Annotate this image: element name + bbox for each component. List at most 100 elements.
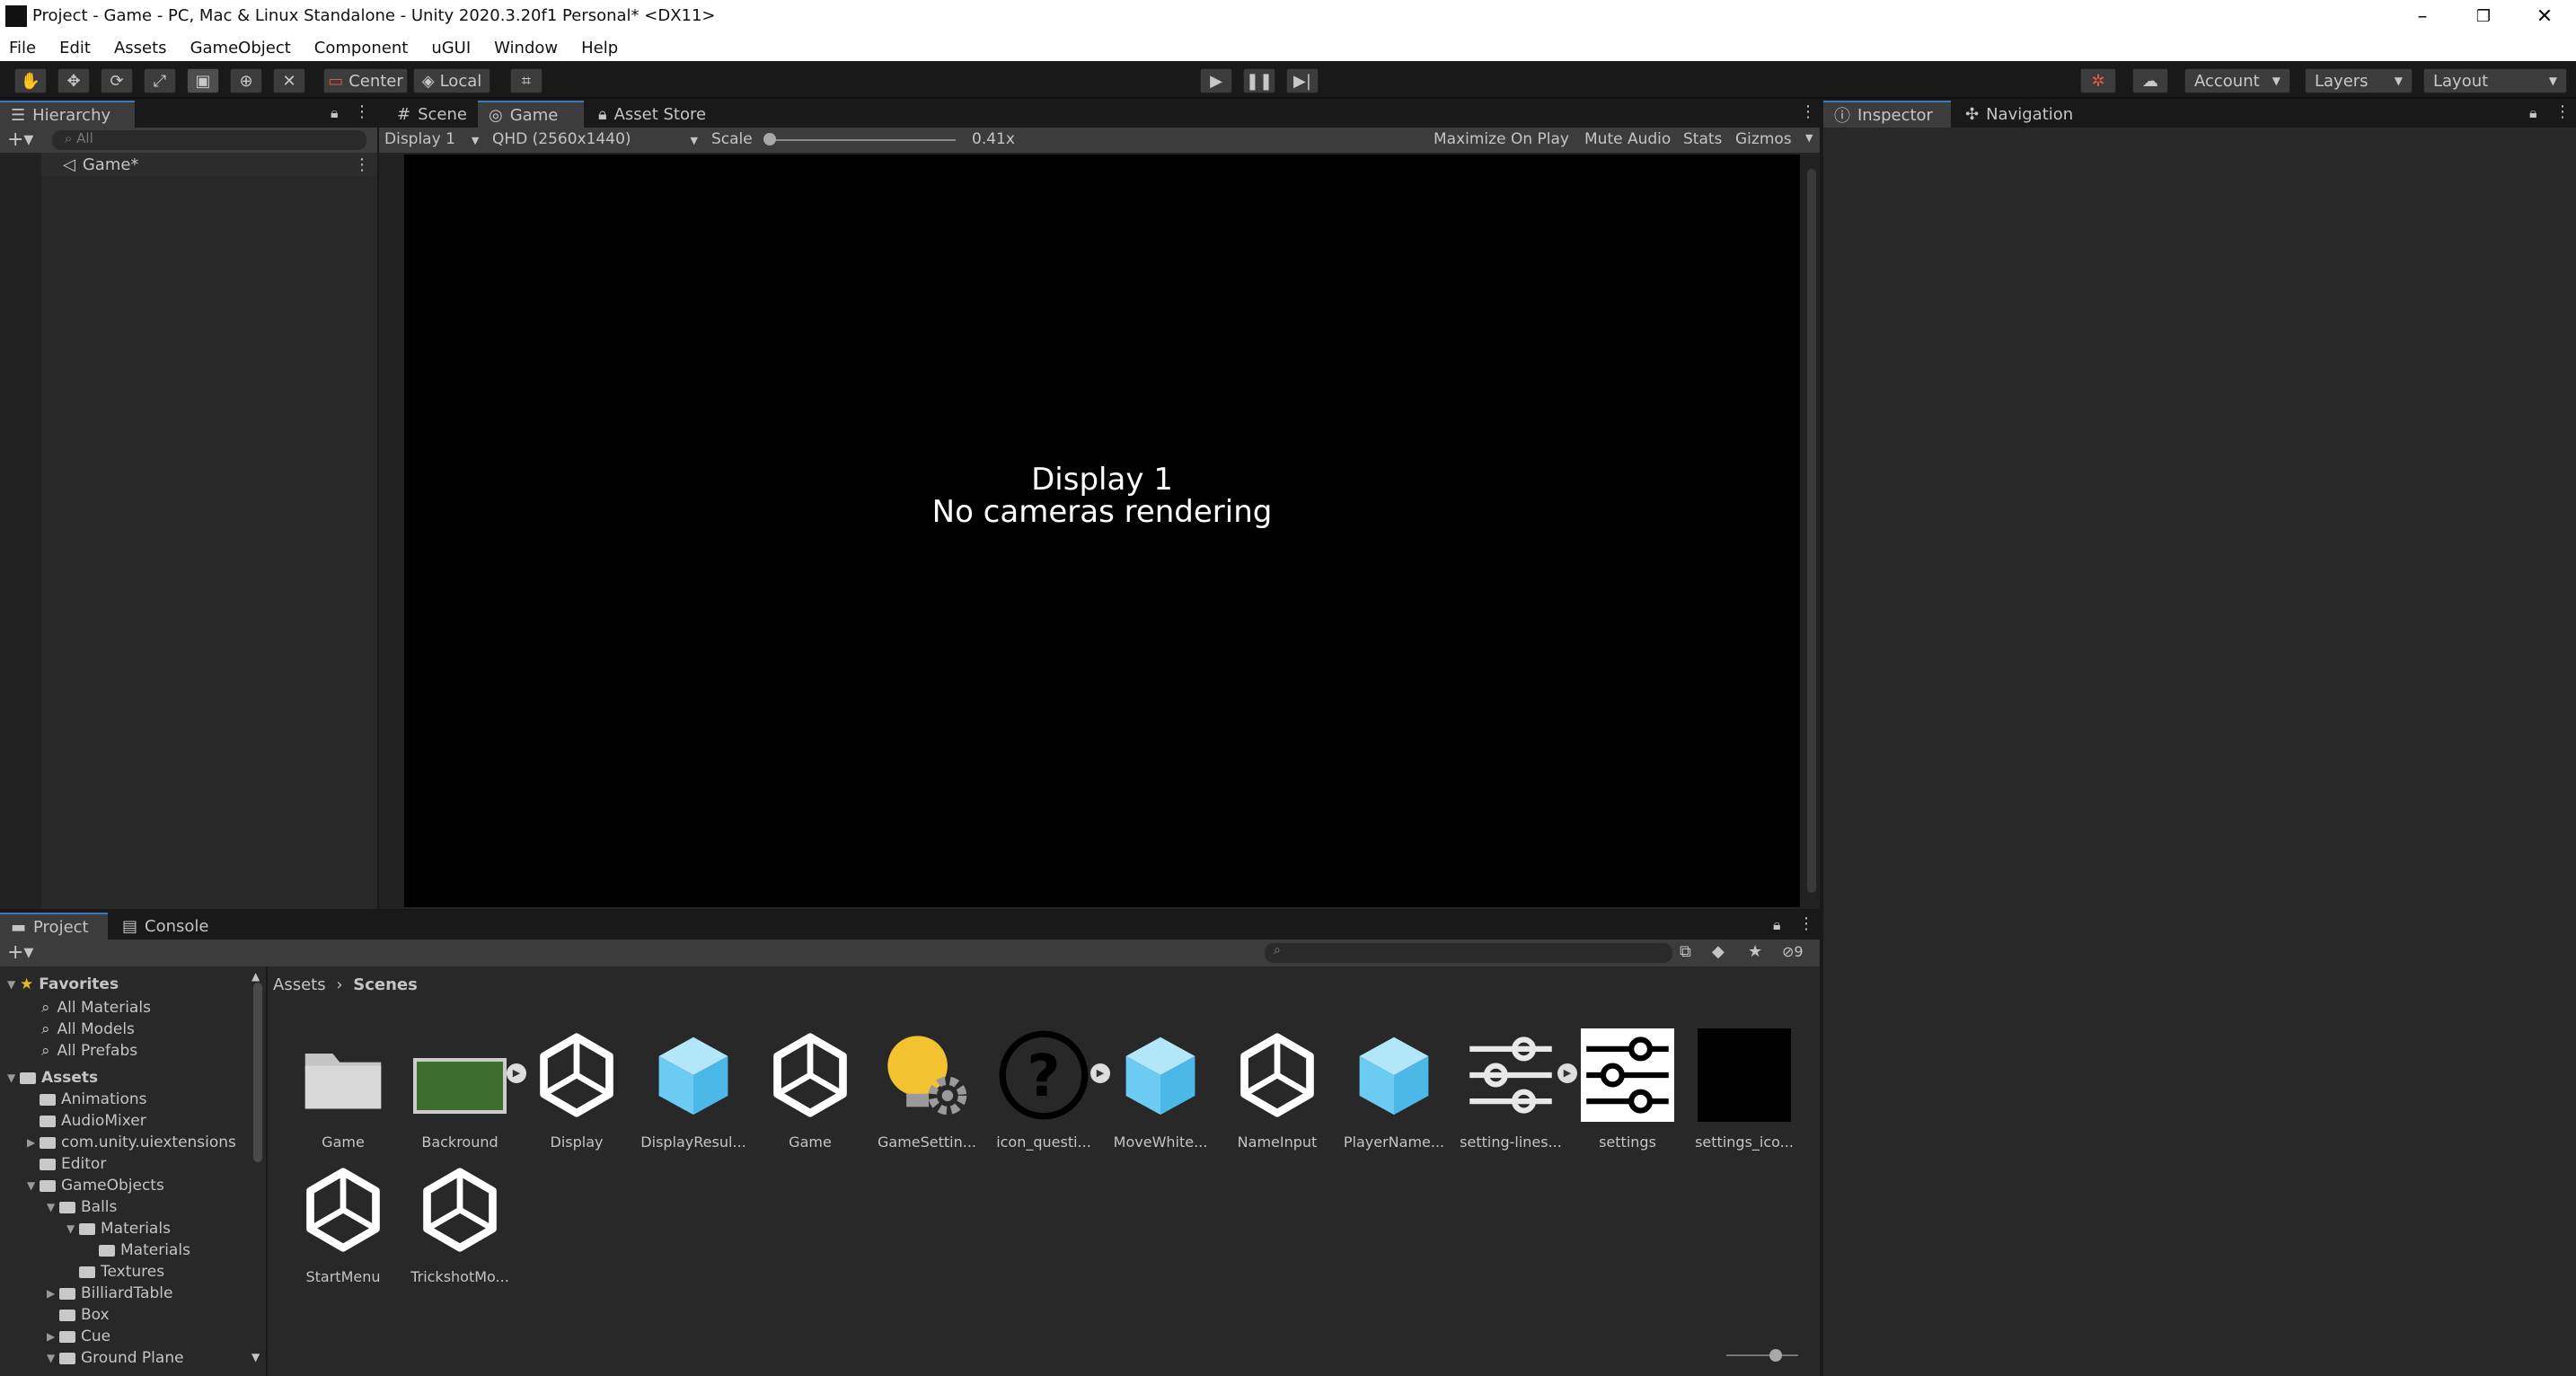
tab-console[interactable]: ▤ Console [111, 913, 219, 939]
grid-snap-icon[interactable]: ⌗ [510, 68, 543, 93]
chevron-right-icon[interactable]: ▶ [27, 1136, 40, 1149]
asset-item[interactable]: DisplayResul... [640, 1026, 747, 1160]
panel-menu-icon[interactable]: ⋮ [2554, 102, 2571, 121]
play-button[interactable]: ▶ [1200, 68, 1232, 93]
create-icon[interactable]: +▾ [7, 941, 33, 964]
menu-file[interactable]: File [9, 39, 36, 57]
add-icon[interactable]: +▾ [7, 128, 33, 151]
close-icon[interactable]: ✕ [2531, 4, 2558, 31]
custom-tool-icon[interactable]: ✕ [273, 68, 305, 93]
menu-gameobject[interactable]: GameObject [190, 39, 291, 57]
chevron-down-icon[interactable]: ▼ [66, 1222, 79, 1235]
scroll-up-icon[interactable]: ▲ [251, 970, 260, 983]
rect-tool-icon[interactable]: ▣ [187, 68, 219, 93]
asset-item[interactable]: ? ▶ icon_questi... [990, 1026, 1110, 1160]
tab-navigation[interactable]: ✣ Navigation [1954, 101, 2107, 128]
account-dropdown[interactable]: Account ▼ [2184, 68, 2290, 93]
asset-item[interactable]: ▶ Backround [406, 1026, 526, 1160]
chevron-right-icon[interactable]: ▶ [47, 1330, 59, 1343]
asset-item[interactable]: ▶ setting-lines... [1457, 1026, 1577, 1160]
mute-audio-toggle[interactable]: Mute Audio [1584, 130, 1671, 148]
panel-menu-icon[interactable]: ⋮ [1798, 914, 1814, 933]
more-icon[interactable]: ⋮ [354, 155, 370, 174]
tab-game[interactable]: ◎ Game [478, 101, 584, 128]
tree-item[interactable]: Animations [27, 1089, 147, 1110]
menu-assets[interactable]: Assets [114, 39, 167, 57]
asset-item[interactable]: Game [289, 1026, 397, 1160]
asset-item[interactable]: MoveWhite... [1107, 1026, 1214, 1160]
rotate-tool-icon[interactable]: ⟳ [101, 68, 133, 93]
assets-header[interactable]: ▼ Assets [7, 1067, 98, 1089]
game-view-scrollbar[interactable] [1807, 169, 1816, 893]
tree-item[interactable]: ▼ Ground Plane [47, 1347, 184, 1369]
scroll-down-icon[interactable]: ▼ [251, 1351, 260, 1363]
tab-inspector[interactable]: ⓘ Inspector [1823, 101, 1951, 128]
tab-project[interactable]: ▬ Project [0, 913, 108, 939]
chevron-down-icon[interactable]: ▼ [27, 1179, 40, 1192]
scale-tool-icon[interactable]: ⤢ [144, 68, 176, 93]
asset-item[interactable]: PlayerName... [1340, 1026, 1448, 1160]
project-search-input[interactable]: ⌕ [1265, 943, 1672, 963]
scene-root-row[interactable]: ◁ Game* ⋮ [41, 153, 377, 176]
asset-item[interactable]: TrickshotMo... [406, 1160, 514, 1295]
pivot-center-button[interactable]: ▭ Center [323, 68, 408, 93]
collab-icon[interactable]: ✲ [2080, 68, 2116, 93]
asset-item[interactable]: Game [756, 1026, 864, 1160]
breadcrumb-assets[interactable]: Assets [273, 975, 326, 994]
panel-menu-icon[interactable]: ⋮ [354, 102, 370, 121]
tree-item[interactable]: Materials [86, 1239, 190, 1261]
display-dropdown[interactable]: Display 1 ▼ [384, 130, 479, 148]
panel-menu-icon[interactable]: ⋮ [1800, 102, 1816, 121]
menu-edit[interactable]: Edit [59, 39, 91, 57]
breadcrumb-scenes[interactable]: Scenes [353, 975, 418, 994]
chevron-down-icon[interactable]: ▼ [1805, 132, 1813, 144]
restore-icon[interactable]: ❐ [2470, 4, 2497, 31]
tree-item[interactable]: Editor [27, 1153, 106, 1175]
lock-icon[interactable]: 🔒︎ [1773, 916, 1781, 934]
hierarchy-search-input[interactable]: ⌕ All [52, 130, 366, 150]
tree-item[interactable]: ▶ Cue [47, 1326, 110, 1347]
layers-dropdown[interactable]: Layers ▼ [2305, 68, 2413, 93]
filter-by-type-icon[interactable]: ⧉ [1680, 942, 1691, 961]
cloud-icon[interactable]: ☁ [2132, 68, 2168, 93]
stats-toggle[interactable]: Stats [1683, 130, 1722, 148]
filter-by-label-icon[interactable]: ◆ [1712, 942, 1725, 961]
chevron-right-icon[interactable]: ▶ [47, 1287, 59, 1300]
favorite-star-icon[interactable]: ★ [1748, 942, 1762, 961]
lock-icon[interactable]: 🔒︎ [2529, 104, 2537, 122]
pause-button[interactable]: ❚❚ [1243, 68, 1275, 93]
lock-icon[interactable]: 🔒︎ [331, 104, 339, 122]
tree-item[interactable]: ▶ com.unity.uiextensions [27, 1132, 236, 1153]
favorite-item[interactable]: ⌕ All Models [41, 1019, 135, 1040]
favorites-header[interactable]: ▼ ★ Favorites [7, 974, 119, 995]
chevron-down-icon[interactable]: ▼ [47, 1352, 59, 1364]
tree-item[interactable]: AudioMixer [27, 1110, 146, 1132]
maximize-on-play-toggle[interactable]: Maximize On Play [1434, 130, 1569, 148]
minimize-icon[interactable]: – [2409, 4, 2436, 31]
tree-item[interactable]: ▶ BilliardTable [47, 1283, 172, 1304]
tree-item[interactable]: Box [47, 1304, 110, 1326]
scale-slider-track[interactable] [769, 139, 956, 141]
resolution-dropdown[interactable]: QHD (2560x1440) ▼ [492, 130, 698, 148]
hand-tool-icon[interactable]: ✋ [14, 68, 47, 93]
tree-item[interactable]: ▼ Balls [47, 1196, 117, 1218]
tab-asset-store[interactable]: 🔒︎ Asset Store [587, 101, 731, 128]
favorite-item[interactable]: ⌕ All Prefabs [41, 1040, 137, 1062]
asset-item[interactable]: StartMenu [289, 1160, 397, 1295]
move-tool-icon[interactable]: ✥ [57, 68, 90, 93]
menu-ugui[interactable]: uGUI [431, 39, 471, 57]
gizmos-toggle[interactable]: Gizmos [1735, 130, 1792, 148]
game-render[interactable]: Display 1 No cameras rendering [404, 154, 1800, 907]
tree-item[interactable]: Textures [66, 1261, 164, 1283]
scale-slider-handle[interactable] [763, 133, 776, 146]
layout-dropdown[interactable]: Layout ▼ [2423, 68, 2567, 93]
asset-item[interactable]: settings [1574, 1026, 1681, 1160]
asset-item[interactable]: Display [523, 1026, 631, 1160]
menu-window[interactable]: Window [494, 39, 558, 57]
menu-help[interactable]: Help [581, 39, 618, 57]
asset-item[interactable]: settings_ico... [1690, 1026, 1798, 1160]
tab-scene[interactable]: # Scene [386, 101, 476, 128]
favorite-item[interactable]: ⌕ All Materials [41, 997, 151, 1019]
tree-item[interactable]: ▼ Materials [66, 1218, 171, 1239]
step-button[interactable]: ▶| [1286, 68, 1319, 93]
